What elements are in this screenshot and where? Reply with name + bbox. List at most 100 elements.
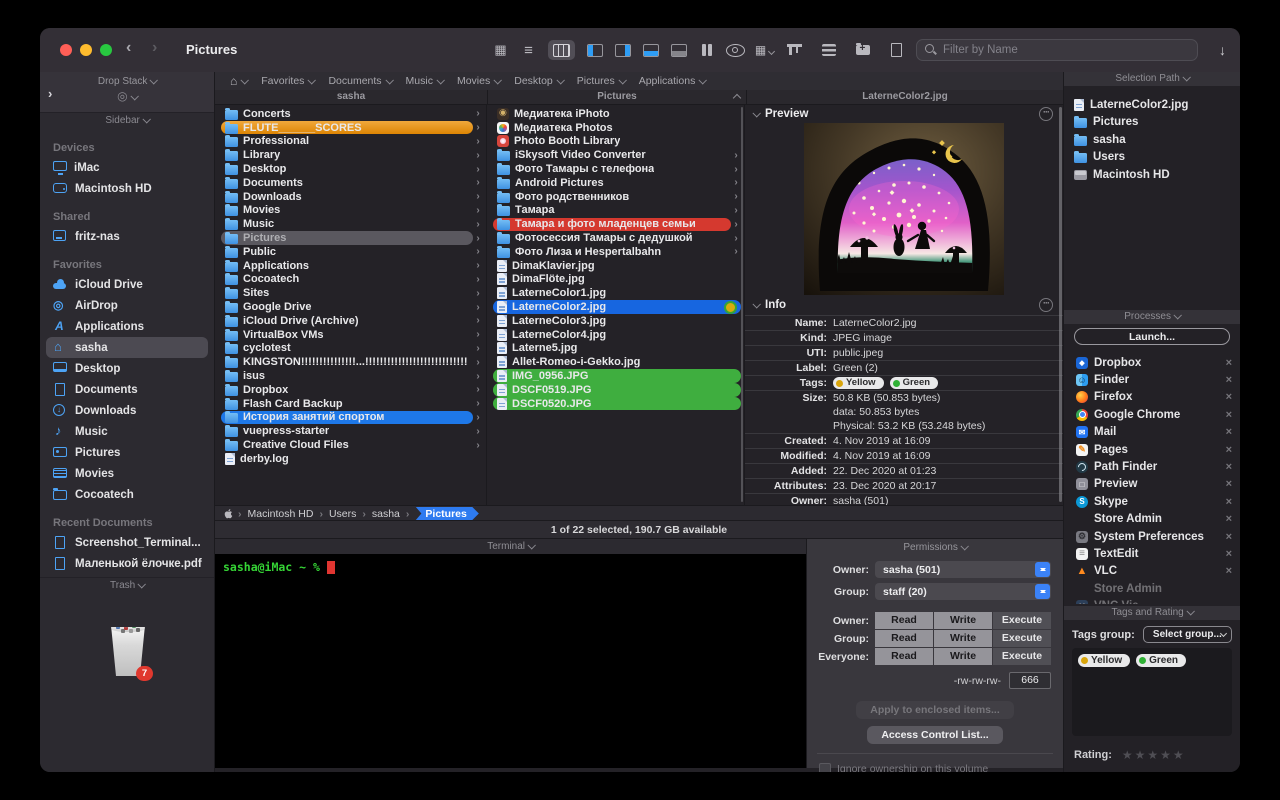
section-options-icon[interactable] — [1039, 107, 1053, 121]
write-toggle[interactable]: Write — [934, 648, 992, 665]
file-row[interactable]: Movies — [215, 204, 486, 218]
section-options-icon[interactable] — [1039, 298, 1053, 312]
file-row[interactable]: Creative Cloud Files — [215, 438, 486, 452]
sidebar-item[interactable]: fritz-nas — [40, 226, 214, 247]
rating-stars[interactable]: ★★★★★ — [1122, 748, 1186, 762]
file-row[interactable]: Медиатека iPhoto — [487, 107, 744, 121]
file-row[interactable]: DimaFlöte.jpg — [487, 273, 744, 287]
back-button[interactable]: ‹ — [126, 39, 131, 57]
favorites-bar-item[interactable]: Favorites — [256, 75, 319, 87]
file-row[interactable]: История занятий спортом — [215, 411, 486, 425]
column-header-pictures[interactable]: Pictures — [488, 90, 747, 104]
file-row[interactable]: Тамара и фото младенцев семьи — [487, 217, 744, 231]
info-section-header[interactable]: Info — [745, 295, 1063, 314]
file-row[interactable]: iSkysoft Video Converter — [487, 148, 744, 162]
close-button[interactable] — [60, 44, 72, 56]
process-item[interactable]: System Preferences — [1076, 528, 1232, 545]
file-row[interactable]: DimaKlavier.jpg — [487, 259, 744, 273]
toolbar-button[interactable] — [670, 40, 687, 60]
toolbar-button[interactable] — [614, 40, 631, 60]
toolbar-button[interactable] — [854, 40, 871, 60]
file-row[interactable]: Allet-Romeo-i-Gekko.jpg — [487, 355, 744, 369]
execute-toggle[interactable]: Execute — [993, 630, 1051, 647]
favorites-bar-item[interactable]: Movies — [452, 75, 505, 87]
terminal-header[interactable]: Terminal — [215, 539, 806, 554]
breadcrumb-item[interactable]: ›sasha — [356, 508, 400, 520]
sidebar-item[interactable]: Маленькой ёлочке.pdf — [40, 553, 214, 574]
minimize-button[interactable] — [80, 44, 92, 56]
sidebar-item[interactable]: Downloads — [40, 400, 214, 421]
process-item[interactable]: Preview — [1076, 476, 1232, 493]
file-row[interactable]: Android Pictures — [487, 176, 744, 190]
file-row[interactable]: LaterneColor2.jpg — [487, 300, 744, 314]
file-row[interactable]: Laterne5.jpg — [487, 342, 744, 356]
process-item[interactable]: Pages — [1076, 441, 1232, 458]
quit-process-icon[interactable] — [1226, 531, 1232, 543]
sidebar-item[interactable]: iMac — [40, 157, 214, 178]
scrollbar[interactable] — [1059, 107, 1062, 502]
file-row[interactable]: Library — [215, 148, 486, 162]
quit-process-icon[interactable] — [1226, 374, 1232, 386]
file-row[interactable]: Applications — [215, 259, 486, 273]
selection-path-item[interactable]: sasha — [1074, 131, 1236, 149]
filter-field[interactable] — [916, 39, 1198, 61]
sidebar-item[interactable]: iCloud Drive — [40, 274, 214, 295]
column-header-sasha[interactable]: sasha — [215, 90, 488, 104]
file-row[interactable]: LaterneColor1.jpg — [487, 286, 744, 300]
execute-toggle[interactable]: Execute — [993, 648, 1051, 665]
process-item[interactable]: TextEdit — [1076, 545, 1232, 562]
breadcrumb-item[interactable]: ›Macintosh HD — [236, 508, 313, 520]
file-row[interactable]: Desktop — [215, 162, 486, 176]
breadcrumb-item[interactable]: ›Users — [313, 508, 356, 520]
quit-process-icon[interactable] — [1226, 461, 1232, 473]
file-row[interactable]: FLUTE______SCORES — [215, 121, 486, 135]
read-toggle[interactable]: Read — [875, 612, 933, 629]
file-row[interactable]: Медиатека Photos — [487, 121, 744, 135]
preview-pane-header[interactable]: LaterneColor2.jpg — [747, 90, 1063, 104]
apple-menu-icon[interactable] — [223, 507, 234, 520]
quit-process-icon[interactable] — [1226, 496, 1232, 508]
execute-toggle[interactable]: Execute — [993, 612, 1051, 629]
sidebar-item[interactable]: Macintosh HD — [40, 178, 214, 199]
favorites-bar-item[interactable]: Pictures — [572, 75, 630, 87]
sidebar-item[interactable]: sasha — [46, 337, 208, 358]
file-row[interactable]: cyclotest — [215, 342, 486, 356]
file-row[interactable]: Dropbox — [215, 383, 486, 397]
file-row[interactable]: Public — [215, 245, 486, 259]
quit-process-icon[interactable] — [1226, 391, 1232, 403]
favorites-bar-item[interactable]: Documents — [323, 75, 396, 87]
quit-process-icon[interactable] — [1226, 548, 1232, 560]
acl-button[interactable]: Access Control List... — [867, 726, 1003, 744]
file-row[interactable]: Фото Лиза и Hespertalbahn — [487, 245, 744, 259]
process-item[interactable]: Store Admin — [1076, 511, 1232, 528]
forward-button[interactable]: › — [152, 39, 157, 57]
sidebar-item[interactable]: Documents — [40, 379, 214, 400]
file-row[interactable]: DSCF0519.JPG — [487, 383, 744, 397]
toolbar-button[interactable] — [752, 40, 769, 60]
mode-octal-field[interactable]: 666 — [1009, 672, 1051, 689]
sidebar-item[interactable]: Movies — [40, 463, 214, 484]
file-row[interactable]: IMG_0956.JPG — [487, 369, 744, 383]
terminal-body[interactable]: sasha@iMac ~ % — [215, 554, 806, 768]
permissions-header[interactable]: Permissions — [807, 539, 1063, 556]
file-row[interactable]: Documents — [215, 176, 486, 190]
quit-process-icon[interactable] — [1226, 357, 1232, 369]
trash-header[interactable]: Trash — [40, 578, 214, 594]
selection-path-header[interactable]: Selection Path — [1064, 72, 1240, 86]
file-row[interactable]: KINGSTON!!!!!!!!!!!!!!!...!!!!!!!!!!!!!!… — [215, 355, 486, 369]
process-item[interactable]: Finder — [1076, 371, 1232, 388]
selection-path-item[interactable]: Pictures — [1074, 114, 1236, 132]
quit-process-icon[interactable] — [1226, 409, 1232, 421]
quit-process-icon[interactable] — [1226, 513, 1232, 525]
file-row[interactable]: vuepress-starter — [215, 424, 486, 438]
sidebar-item[interactable]: AirDrop — [40, 295, 214, 316]
filter-input[interactable] — [941, 43, 1189, 57]
toolbar-button[interactable] — [586, 40, 603, 60]
toolbar-button[interactable] — [888, 40, 905, 60]
owner-select[interactable]: sasha (501) — [875, 561, 1051, 578]
file-row[interactable]: Google Drive — [215, 300, 486, 314]
file-row[interactable]: Concerts — [215, 107, 486, 121]
process-item[interactable]: Firefox — [1076, 389, 1232, 406]
write-toggle[interactable]: Write — [934, 630, 992, 647]
scrollbar[interactable] — [741, 107, 743, 502]
